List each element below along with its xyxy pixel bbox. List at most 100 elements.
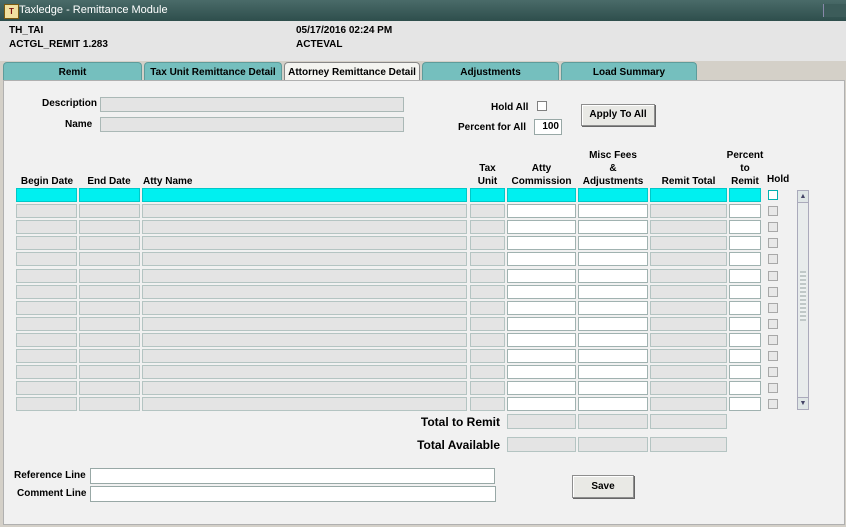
atty-commission-cell[interactable] [507, 397, 576, 411]
misc-fees-cell[interactable] [578, 365, 648, 379]
misc-fees-cell[interactable] [578, 317, 648, 331]
atty-name-cell[interactable] [142, 220, 467, 234]
save-button[interactable]: Save [572, 475, 634, 498]
end-date-cell[interactable] [79, 285, 140, 299]
percent-to-remit-cell[interactable] [729, 381, 761, 395]
begin-date-cell[interactable] [16, 333, 77, 347]
atty-commission-cell[interactable] [507, 333, 576, 347]
end-date-cell[interactable] [79, 365, 140, 379]
percent-to-remit-cell[interactable] [729, 285, 761, 299]
end-date-cell[interactable] [79, 220, 140, 234]
atty-name-cell[interactable] [142, 252, 467, 266]
end-date-cell[interactable] [79, 236, 140, 250]
tax-unit-cell[interactable] [470, 381, 505, 395]
percent-to-remit-cell[interactable] [729, 301, 761, 315]
begin-date-cell[interactable] [16, 381, 77, 395]
hold-checkbox[interactable] [768, 399, 778, 409]
atty-name-cell[interactable] [142, 349, 467, 363]
atty-commission-cell[interactable] [507, 317, 576, 331]
tax-unit-cell[interactable] [470, 349, 505, 363]
percent-to-remit-cell[interactable] [729, 397, 761, 411]
remit-total-cell[interactable] [650, 204, 727, 218]
remit-total-cell[interactable] [650, 220, 727, 234]
window-control[interactable] [823, 4, 846, 17]
hold-checkbox[interactable] [768, 335, 778, 345]
hold-all-checkbox[interactable] [537, 101, 547, 111]
tax-unit-cell[interactable] [470, 285, 505, 299]
tax-unit-cell[interactable] [470, 220, 505, 234]
tab-remit[interactable]: Remit [3, 62, 142, 81]
scroll-down-icon[interactable]: ▼ [798, 397, 808, 409]
tax-unit-cell[interactable] [470, 301, 505, 315]
percent-to-remit-cell[interactable] [729, 349, 761, 363]
percent-to-remit-cell[interactable] [729, 365, 761, 379]
misc-fees-cell[interactable] [578, 204, 648, 218]
scroll-thumb[interactable] [800, 271, 806, 321]
remit-total-cell[interactable] [650, 188, 727, 202]
remit-total-cell[interactable] [650, 317, 727, 331]
begin-date-cell[interactable] [16, 269, 77, 283]
tax-unit-cell[interactable] [470, 204, 505, 218]
percent-to-remit-cell[interactable] [729, 317, 761, 331]
end-date-cell[interactable] [79, 188, 140, 202]
scroll-up-icon[interactable]: ▲ [798, 191, 808, 203]
tax-unit-cell[interactable] [470, 269, 505, 283]
misc-fees-cell[interactable] [578, 269, 648, 283]
apply-to-all-button[interactable]: Apply To All [581, 104, 655, 126]
hold-checkbox[interactable] [768, 271, 778, 281]
misc-fees-cell[interactable] [578, 236, 648, 250]
tax-unit-cell[interactable] [470, 333, 505, 347]
misc-fees-cell[interactable] [578, 333, 648, 347]
begin-date-cell[interactable] [16, 285, 77, 299]
misc-fees-cell[interactable] [578, 285, 648, 299]
tax-unit-cell[interactable] [470, 365, 505, 379]
percent-to-remit-cell[interactable] [729, 220, 761, 234]
percent-for-all-input[interactable]: 100 [534, 119, 562, 135]
atty-name-cell[interactable] [142, 333, 467, 347]
begin-date-cell[interactable] [16, 301, 77, 315]
hold-checkbox[interactable] [768, 351, 778, 361]
tab-attorney-remittance-detail[interactable]: Attorney Remittance Detail [284, 62, 420, 82]
comment-line-input[interactable] [90, 486, 496, 502]
remit-total-cell[interactable] [650, 285, 727, 299]
percent-to-remit-cell[interactable] [729, 236, 761, 250]
hold-checkbox[interactable] [768, 287, 778, 297]
hold-checkbox[interactable] [768, 319, 778, 329]
begin-date-cell[interactable] [16, 317, 77, 331]
hold-checkbox[interactable] [768, 190, 778, 200]
atty-commission-cell[interactable] [507, 349, 576, 363]
end-date-cell[interactable] [79, 269, 140, 283]
remit-total-cell[interactable] [650, 349, 727, 363]
tax-unit-cell[interactable] [470, 317, 505, 331]
misc-fees-cell[interactable] [578, 252, 648, 266]
percent-to-remit-cell[interactable] [729, 252, 761, 266]
atty-commission-cell[interactable] [507, 188, 576, 202]
misc-fees-cell[interactable] [578, 381, 648, 395]
hold-checkbox[interactable] [768, 383, 778, 393]
atty-name-cell[interactable] [142, 301, 467, 315]
atty-commission-cell[interactable] [507, 285, 576, 299]
hold-checkbox[interactable] [768, 238, 778, 248]
percent-to-remit-cell[interactable] [729, 269, 761, 283]
vertical-scrollbar[interactable]: ▲ ▼ [797, 190, 809, 410]
end-date-cell[interactable] [79, 204, 140, 218]
hold-checkbox[interactable] [768, 206, 778, 216]
atty-name-cell[interactable] [142, 204, 467, 218]
end-date-cell[interactable] [79, 301, 140, 315]
hold-checkbox[interactable] [768, 303, 778, 313]
remit-total-cell[interactable] [650, 397, 727, 411]
remit-total-cell[interactable] [650, 269, 727, 283]
tab-adjustments[interactable]: Adjustments [422, 62, 559, 81]
atty-commission-cell[interactable] [507, 220, 576, 234]
misc-fees-cell[interactable] [578, 220, 648, 234]
remit-total-cell[interactable] [650, 333, 727, 347]
begin-date-cell[interactable] [16, 220, 77, 234]
description-field[interactable] [100, 97, 404, 112]
begin-date-cell[interactable] [16, 252, 77, 266]
tax-unit-cell[interactable] [470, 188, 505, 202]
end-date-cell[interactable] [79, 397, 140, 411]
tax-unit-cell[interactable] [470, 397, 505, 411]
percent-to-remit-cell[interactable] [729, 204, 761, 218]
atty-name-cell[interactable] [142, 269, 467, 283]
begin-date-cell[interactable] [16, 204, 77, 218]
